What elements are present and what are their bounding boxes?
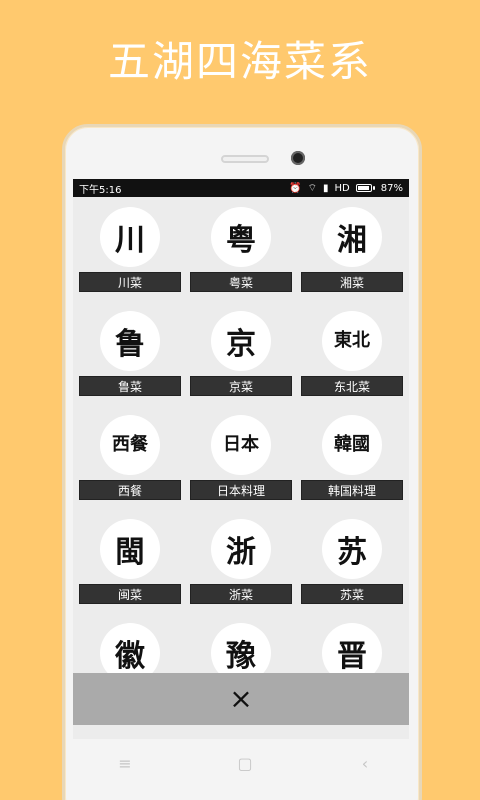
cuisine-item-13[interactable]: 徽 <box>79 623 181 673</box>
phone-frame: 下午5:16 ⏰ ⌔ ▮ HD 87% 川 川菜 粤 粤菜 湘 湘菜 鲁 鲁菜 … <box>62 124 422 800</box>
cuisine-item-5[interactable]: 京 京菜 <box>190 311 292 403</box>
cuisine-label: 日本料理 <box>190 480 292 500</box>
navigation-bar: ≡ ▢ ‹ <box>65 739 425 787</box>
cuisine-grid: 川 川菜 粤 粤菜 湘 湘菜 鲁 鲁菜 京 京菜 東北 东北菜 西餐 西餐 日本… <box>73 197 409 673</box>
home-icon[interactable]: ▢ <box>225 754 265 773</box>
cuisine-emblem: 西餐 <box>100 415 160 475</box>
cuisine-emblem: 浙 <box>211 519 271 579</box>
cuisine-item-6[interactable]: 東北 东北菜 <box>301 311 403 403</box>
cuisine-label: 京菜 <box>190 376 292 396</box>
cuisine-label: 湘菜 <box>301 272 403 292</box>
battery-percentage: 87% <box>380 182 403 194</box>
cuisine-item-10[interactable]: 閩 闽菜 <box>79 519 181 611</box>
signal-icon: ▮ <box>323 182 329 194</box>
cuisine-item-15[interactable]: 晋 <box>301 623 403 673</box>
wifi-icon: ⌔ <box>307 182 318 194</box>
cuisine-emblem: 川 <box>100 207 160 267</box>
status-time: 下午5:16 <box>79 184 122 196</box>
cuisine-emblem: 豫 <box>211 623 271 673</box>
cuisine-label: 闽菜 <box>79 584 181 604</box>
cuisine-label: 苏菜 <box>301 584 403 604</box>
cuisine-emblem: 晋 <box>322 623 382 673</box>
cuisine-emblem: 鲁 <box>100 311 160 371</box>
menu-icon[interactable]: ≡ <box>105 754 145 773</box>
cuisine-label: 浙菜 <box>190 584 292 604</box>
cuisine-item-11[interactable]: 浙 浙菜 <box>190 519 292 611</box>
cuisine-item-3[interactable]: 湘 湘菜 <box>301 207 403 299</box>
cuisine-emblem: 韓國 <box>322 415 382 475</box>
cuisine-item-4[interactable]: 鲁 鲁菜 <box>79 311 181 403</box>
battery-icon <box>355 184 375 192</box>
network-label: HD <box>334 182 350 194</box>
cuisine-emblem: 京 <box>211 311 271 371</box>
alarm-icon: ⏰ <box>289 182 302 194</box>
cuisine-item-7[interactable]: 西餐 西餐 <box>79 415 181 507</box>
status-right: ⏰ ⌔ ▮ HD 87% <box>289 182 403 195</box>
cuisine-emblem: 湘 <box>322 207 382 267</box>
cuisine-item-14[interactable]: 豫 <box>190 623 292 673</box>
back-icon[interactable]: ‹ <box>345 754 385 773</box>
cuisine-item-8[interactable]: 日本 日本料理 <box>190 415 292 507</box>
close-panel[interactable]: × <box>73 673 409 725</box>
cuisine-emblem: 苏 <box>322 519 382 579</box>
cuisine-item-12[interactable]: 苏 苏菜 <box>301 519 403 611</box>
cuisine-emblem: 日本 <box>211 415 271 475</box>
cuisine-label: 粤菜 <box>190 272 292 292</box>
close-icon[interactable]: × <box>229 685 252 713</box>
status-bar: 下午5:16 ⏰ ⌔ ▮ HD 87% <box>73 179 409 197</box>
cuisine-label: 鲁菜 <box>79 376 181 396</box>
phone-speaker <box>221 155 269 163</box>
cuisine-item-9[interactable]: 韓國 韩国料理 <box>301 415 403 507</box>
cuisine-label: 西餐 <box>79 480 181 500</box>
cuisine-label: 东北菜 <box>301 376 403 396</box>
cuisine-emblem: 閩 <box>100 519 160 579</box>
cuisine-label: 川菜 <box>79 272 181 292</box>
cuisine-label: 韩国料理 <box>301 480 403 500</box>
cuisine-emblem: 粤 <box>211 207 271 267</box>
headline: 五湖四海菜系 <box>107 37 372 86</box>
cuisine-item-2[interactable]: 粤 粤菜 <box>190 207 292 299</box>
phone-screen: 下午5:16 ⏰ ⌔ ▮ HD 87% 川 川菜 粤 粤菜 湘 湘菜 鲁 鲁菜 … <box>73 179 409 739</box>
cuisine-emblem: 東北 <box>322 311 382 371</box>
cuisine-emblem: 徽 <box>100 623 160 673</box>
cuisine-item-1[interactable]: 川 川菜 <box>79 207 181 299</box>
phone-camera <box>291 151 305 165</box>
